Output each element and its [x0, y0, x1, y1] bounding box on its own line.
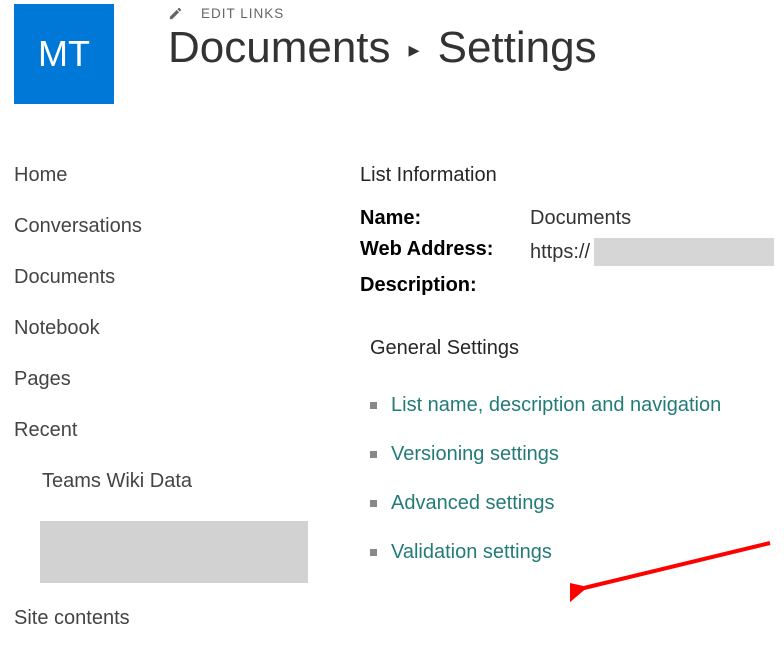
link-validation[interactable]: Validation settings [391, 541, 552, 564]
nav-site-contents[interactable]: Site contents [14, 607, 360, 630]
description-label: Description: [360, 274, 530, 297]
nav-pages[interactable]: Pages [14, 368, 360, 391]
breadcrumb: Documents ▸ Settings [168, 23, 784, 73]
edit-links-label: EDIT LINKS [201, 6, 284, 21]
web-address-value: https:// [530, 238, 774, 266]
bullet-icon [370, 451, 377, 458]
web-address-redacted [594, 238, 774, 266]
setting-advanced: Advanced settings [360, 492, 784, 515]
nav-recent[interactable]: Recent [14, 419, 360, 442]
link-versioning[interactable]: Versioning settings [391, 443, 559, 466]
info-row-web-address: Web Address: https:// [360, 238, 784, 266]
main-content: List Information Name: Documents Web Add… [360, 164, 784, 658]
name-value: Documents [530, 207, 631, 230]
body: Home Conversations Documents Notebook Pa… [0, 164, 784, 658]
setting-versioning: Versioning settings [360, 443, 784, 466]
header: MT EDIT LINKS Documents ▸ Settings [0, 0, 784, 104]
pencil-icon [168, 6, 183, 21]
link-advanced[interactable]: Advanced settings [391, 492, 554, 515]
chevron-right-icon: ▸ [409, 37, 420, 63]
left-nav: Home Conversations Documents Notebook Pa… [0, 164, 360, 658]
name-label: Name: [360, 207, 530, 230]
general-settings-title: General Settings [370, 337, 784, 360]
bullet-icon [370, 549, 377, 556]
list-information-title: List Information [360, 164, 784, 187]
breadcrumb-documents[interactable]: Documents [168, 23, 391, 73]
nav-redacted-item [40, 521, 308, 583]
link-list-name[interactable]: List name, description and navigation [391, 394, 721, 417]
site-tile[interactable]: MT [14, 4, 114, 104]
bullet-icon [370, 500, 377, 507]
info-row-name: Name: Documents [360, 207, 784, 230]
nav-teams-wiki-data[interactable]: Teams Wiki Data [14, 470, 360, 493]
header-right: EDIT LINKS Documents ▸ Settings [168, 4, 784, 73]
web-address-text: https:// [530, 241, 590, 264]
nav-conversations[interactable]: Conversations [14, 215, 360, 238]
setting-validation: Validation settings [360, 541, 784, 564]
breadcrumb-settings: Settings [438, 23, 597, 73]
bullet-icon [370, 402, 377, 409]
nav-documents[interactable]: Documents [14, 266, 360, 289]
setting-list-name: List name, description and navigation [360, 394, 784, 417]
edit-links-button[interactable]: EDIT LINKS [168, 6, 784, 21]
web-address-label: Web Address: [360, 238, 530, 266]
info-row-description: Description: [360, 274, 784, 297]
nav-notebook[interactable]: Notebook [14, 317, 360, 340]
nav-home[interactable]: Home [14, 164, 360, 187]
